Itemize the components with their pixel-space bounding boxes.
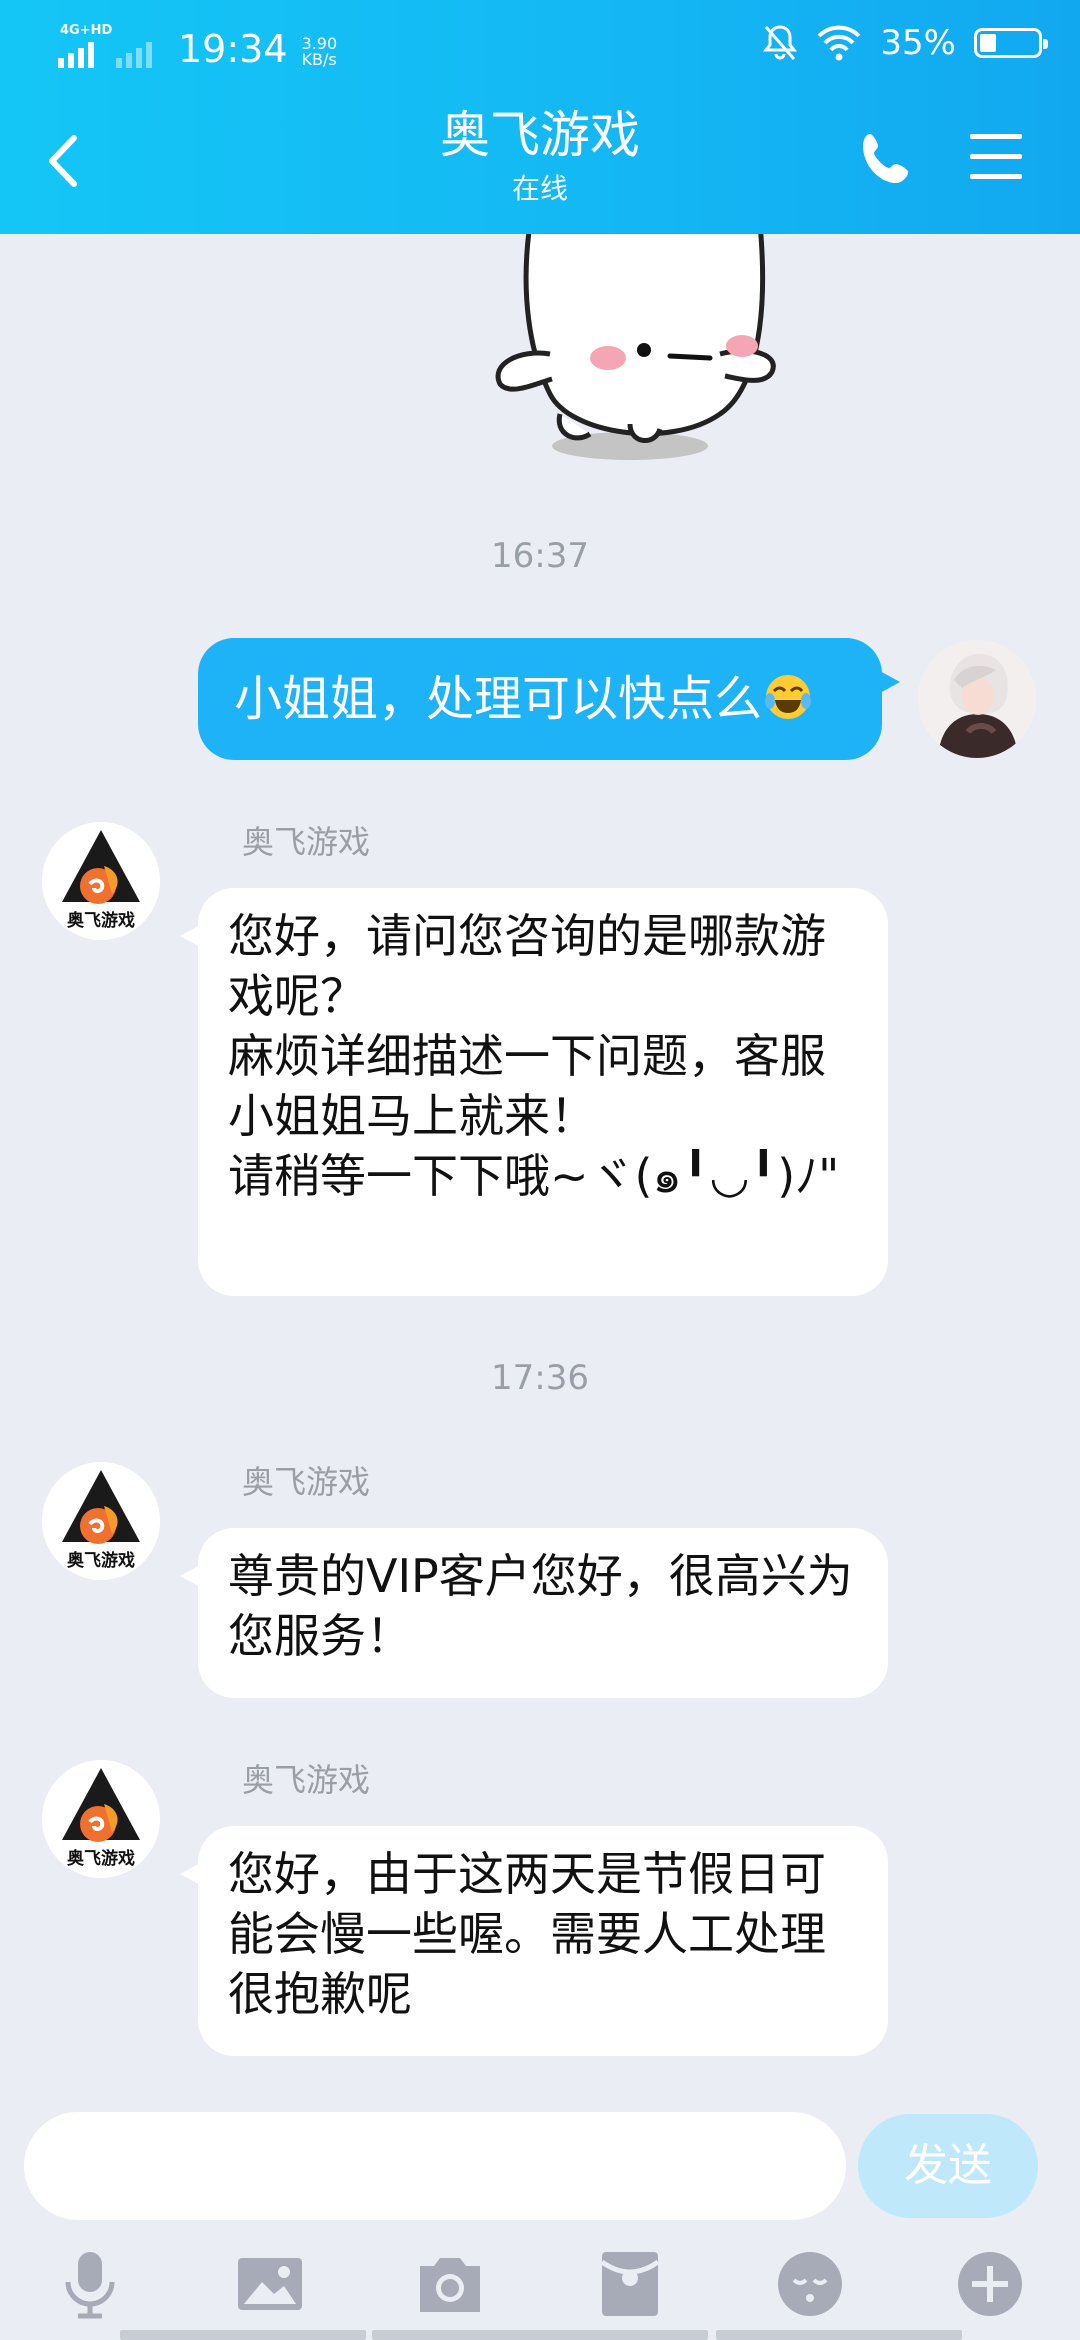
- aofei-logo-icon: 奥飞游戏: [42, 1462, 160, 1580]
- send-button[interactable]: 发送: [858, 2114, 1038, 2218]
- panel-drag-strip: [716, 2330, 962, 2340]
- phone-icon[interactable]: [856, 128, 918, 190]
- camera-icon[interactable]: [414, 2248, 486, 2320]
- my-avatar[interactable]: [918, 640, 1036, 758]
- image-icon[interactable]: [234, 2248, 306, 2320]
- status-time: 19:34: [178, 27, 288, 71]
- status-bar: 4G+HD 19:34 3.90 KB/s 35%: [0, 0, 1080, 86]
- panel-drag-strip: [120, 2330, 366, 2340]
- sender-name: 奥飞游戏: [242, 1463, 371, 1501]
- network-speed: 3.90 KB/s: [302, 36, 338, 68]
- message-input[interactable]: [24, 2112, 846, 2220]
- outgoing-message-bubble[interactable]: 小姐姐，处理可以快点么: [198, 638, 900, 760]
- battery-percent: 35%: [880, 23, 956, 63]
- menu-icon[interactable]: [968, 126, 1024, 188]
- wifi-icon: [817, 25, 861, 61]
- incoming-message-bubble[interactable]: 您好，请问您咨询的是哪款游戏呢？ 麻烦详细描述一下问题，客服小姐姐马上就来！ 请…: [180, 888, 888, 1296]
- red-packet-icon[interactable]: [594, 2248, 666, 2320]
- outgoing-message-text: 小姐姐，处理可以快点么: [234, 671, 763, 727]
- panel-drag-strip: [372, 2330, 708, 2340]
- aofei-logo-icon: 奥飞游戏: [42, 1760, 160, 1878]
- header-bar: 4G+HD 19:34 3.90 KB/s 35% 奥飞游戏 在线: [0, 0, 1080, 234]
- back-arrow-icon[interactable]: [40, 126, 90, 196]
- sender-name: 奥飞游戏: [242, 823, 371, 861]
- aofei-logo-icon: 奥飞游戏: [42, 822, 160, 940]
- message-timestamp: 17:36: [491, 1358, 589, 1398]
- sticker-image[interactable]: [480, 234, 840, 474]
- online-status: 在线: [511, 172, 568, 205]
- battery-icon: [974, 28, 1048, 58]
- plus-icon[interactable]: [954, 2248, 1026, 2320]
- logo-lettering: 奥飞游戏: [67, 1550, 135, 1571]
- joy-tears-emoji-icon: [765, 675, 812, 719]
- emoji-icon[interactable]: [774, 2248, 846, 2320]
- user-portrait-image: [918, 640, 1036, 758]
- network-speed-unit: KB/s: [301, 50, 337, 69]
- chat-title: 奥飞游戏: [440, 106, 640, 164]
- input-toolbar: [0, 2236, 1080, 2340]
- mute-bell-icon: [763, 25, 798, 60]
- logo-lettering: 奥飞游戏: [67, 910, 135, 931]
- sender-name: 奥飞游戏: [242, 1761, 371, 1799]
- network-type-label: 4G+HD: [60, 23, 113, 38]
- game-logo-avatar[interactable]: 奥飞游戏: [42, 1760, 160, 1878]
- cell-signal-2-icon: [116, 30, 164, 68]
- incoming-message-bubble[interactable]: 您好，由于这两天是节假日可能会慢一些喔。需要人工处理 很抱歉呢: [180, 1826, 888, 2056]
- game-logo-avatar[interactable]: 奥飞游戏: [42, 1462, 160, 1580]
- game-logo-avatar[interactable]: 奥飞游戏: [42, 822, 160, 940]
- incoming-message-bubble[interactable]: 尊贵的VIP客户您好，很高兴为您服务！: [180, 1528, 888, 1698]
- microphone-icon[interactable]: [54, 2248, 126, 2320]
- logo-lettering: 奥飞游戏: [67, 1848, 135, 1869]
- cell-signal-icon: 4G+HD: [58, 24, 112, 68]
- title-bar: 奥飞游戏 在线: [0, 86, 1080, 234]
- message-timestamp: 16:37: [491, 536, 589, 576]
